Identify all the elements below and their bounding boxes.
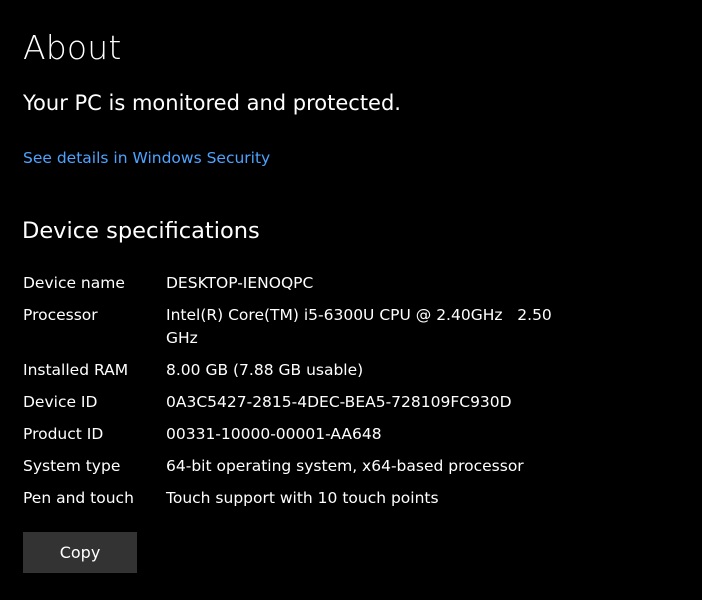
spec-label: System type <box>23 456 121 475</box>
device-specifications-heading: Device specifications <box>22 218 260 244</box>
spec-label: Device name <box>23 274 125 292</box>
spec-row-system-type: System type 64-bit operating system, x64… <box>23 455 563 478</box>
spec-value: 64-bit operating system, x64-based proce… <box>166 456 524 475</box>
spec-label: Installed RAM <box>23 360 129 379</box>
spec-value: Intel(R) Core(TM) i5-6300U CPU @ 2.40GHz… <box>166 306 557 347</box>
spec-row-processor: Processor Intel(R) Core(TM) i5-6300U CPU… <box>23 304 563 349</box>
spec-label: Pen and touch <box>23 488 134 507</box>
spec-value: Touch support with 10 touch points <box>166 488 439 507</box>
spec-row-pen-and-touch: Pen and touch Touch support with 10 touc… <box>23 487 563 510</box>
spec-value: DESKTOP-IENOQPC <box>166 274 314 292</box>
spec-row-installed-ram: Installed RAM 8.00 GB (7.88 GB usable) <box>23 359 563 382</box>
page-title: About <box>23 28 122 67</box>
spec-label: Processor <box>23 306 98 324</box>
protection-status: Your PC is monitored and protected. <box>23 91 401 115</box>
spec-value: 00331-10000-00001-AA648 <box>166 424 382 443</box>
spec-row-device-id: Device ID 0A3C5427-2815-4DEC-BEA5-728109… <box>23 391 563 414</box>
spec-value: 8.00 GB (7.88 GB usable) <box>166 360 364 379</box>
spec-row-product-id: Product ID 00331-10000-00001-AA648 <box>23 423 563 446</box>
spec-row-device-name: Device name DESKTOP-IENOQPC <box>23 272 563 295</box>
spec-value: 0A3C5427-2815-4DEC-BEA5-728109FC930D <box>166 392 512 411</box>
copy-button[interactable]: Copy <box>23 532 137 573</box>
spec-label: Device ID <box>23 392 98 411</box>
device-specifications-table: Device name DESKTOP-IENOQPC Processor In… <box>23 272 563 519</box>
windows-security-link[interactable]: See details in Windows Security <box>23 147 270 169</box>
spec-label: Product ID <box>23 424 104 443</box>
